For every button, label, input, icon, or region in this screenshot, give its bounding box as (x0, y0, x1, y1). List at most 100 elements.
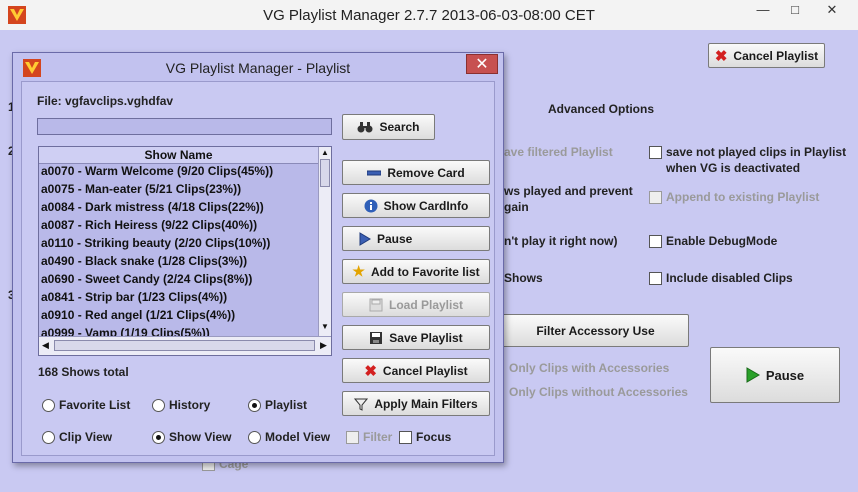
scroll-right-icon[interactable]: ▶ (320, 340, 327, 351)
playlist-dialog: VG Playlist Manager - Playlist ✕ File: v… (12, 52, 504, 463)
load-icon (369, 298, 383, 312)
vertical-scrollbar[interactable]: ▲ ▼ (318, 147, 331, 336)
main-cancel-playlist-button[interactable]: ✖ Cancel Playlist (708, 43, 825, 68)
radio-playlist-label: Playlist (265, 398, 308, 412)
play-icon (359, 231, 371, 246)
list-item[interactable]: a0490 - Black snake (1/28 Clips(3%)) (41, 254, 247, 272)
list-header-show-name[interactable]: Show Name (39, 147, 318, 164)
show-cardinfo-button[interactable]: Show CardInfo (342, 193, 490, 218)
shows-played-label: ws played and prevent (504, 184, 633, 198)
radio-favorite-list[interactable] (42, 399, 55, 412)
play-now-label: n't play it right now) (504, 234, 618, 248)
list-item[interactable]: a0999 - Vamp (1/19 Clips(5%)) (41, 326, 210, 336)
shows-label: Shows (504, 271, 543, 285)
maximize-button[interactable]: □ (780, 0, 810, 22)
save-filtered-label: ave filtered Playlist (504, 145, 613, 159)
dialog-cancel-playlist-button[interactable]: ✖ Cancel Playlist (342, 358, 490, 383)
filter-accessory-label: Filter Accessory Use (536, 323, 655, 338)
dialog-close-button[interactable]: ✕ (466, 54, 498, 74)
radio-history[interactable] (152, 399, 165, 412)
add-star-icon: ★ (352, 263, 365, 279)
save-not-played-checkbox[interactable] (649, 146, 662, 159)
close-button[interactable]: ✕ (812, 0, 852, 22)
scroll-up-icon[interactable]: ▲ (321, 149, 329, 157)
save-not-played-label: save not played clips in Playlist (666, 145, 847, 159)
dialog-pause-button[interactable]: Pause (342, 226, 490, 251)
radio-history-label: History (169, 398, 211, 412)
only-with-acc-label[interactable]: Only Clips with Accessories (509, 361, 669, 375)
search-button-label: Search (379, 120, 420, 134)
save-not-played-label-2: when VG is deactivated (666, 161, 801, 175)
show-list[interactable]: Show Name a0070 - Warm Welcome (9/20 Cli… (38, 146, 332, 356)
radio-clip-view-label: Clip View (59, 430, 113, 444)
main-cancel-playlist-label: Cancel Playlist (733, 48, 819, 63)
remove-card-label: Remove Card (387, 165, 465, 180)
scroll-left-icon[interactable]: ◀ (42, 340, 49, 351)
focus-checkbox[interactable] (399, 431, 412, 444)
list-item[interactable]: a0690 - Sweet Candy (2/24 Clips(8%)) (41, 272, 252, 290)
enable-debug-checkbox[interactable] (649, 235, 662, 248)
scroll-down-icon[interactable]: ▼ (321, 323, 329, 331)
binoculars-icon (357, 121, 373, 133)
show-cardinfo-label: Show CardInfo (383, 198, 469, 213)
scroll-thumb[interactable] (320, 159, 330, 187)
horizontal-scrollbar[interactable]: ◀ ▶ (39, 336, 331, 355)
list-item[interactable]: a0070 - Warm Welcome (9/20 Clips(45%)) (41, 164, 273, 182)
play-icon (746, 367, 760, 383)
window-title: VG Playlist Manager 2.7.7 2013-06-03-08:… (263, 7, 595, 24)
info-icon (364, 199, 378, 213)
radio-show-view[interactable] (152, 431, 165, 444)
list-item[interactable]: a0110 - Striking beauty (2/20 Clips(10%)… (41, 236, 270, 254)
shows-total: 168 Shows total (38, 365, 129, 379)
apply-main-filters-label: Apply Main Filters (374, 396, 478, 411)
add-favorite-button[interactable]: ★ Add to Favorite list (342, 259, 490, 284)
dialog-cancel-playlist-label: Cancel Playlist (382, 363, 468, 378)
radio-show-view-label: Show View (169, 430, 232, 444)
search-input[interactable] (37, 118, 332, 135)
minus-icon (367, 169, 382, 177)
advanced-options-heading: Advanced Options (548, 102, 655, 116)
main-pause-label: Pause (765, 367, 805, 383)
radio-playlist[interactable] (248, 399, 261, 412)
main-pause-button[interactable]: Pause (710, 347, 840, 403)
radio-clip-view[interactable] (42, 431, 55, 444)
filter-accessory-button[interactable]: Filter Accessory Use (502, 314, 689, 347)
list-item[interactable]: a0075 - Man-eater (5/21 Clips(23%)) (41, 182, 241, 200)
append-existing-checkbox[interactable] (649, 191, 662, 204)
only-without-acc-label[interactable]: Only Clips without Accessories (509, 385, 688, 399)
file-label: File: vgfavclips.vghdfav (37, 94, 174, 108)
list-item[interactable]: a0084 - Dark mistress (4/18 Clips(22%)) (41, 200, 264, 218)
save-playlist-label: Save Playlist (389, 330, 463, 345)
focus-label: Focus (416, 430, 452, 444)
filter-checkbox[interactable] (346, 431, 359, 444)
append-existing-label: Append to existing Playlist (666, 190, 820, 204)
floppy-icon (369, 331, 383, 345)
dialog-pause-label: Pause (377, 231, 413, 246)
radio-model-view[interactable] (248, 431, 261, 444)
list-item[interactable]: a0087 - Rich Heiress (9/22 Clips(40%)) (41, 218, 257, 236)
again-label: gain (504, 200, 529, 214)
apply-main-filters-button[interactable]: Apply Main Filters (342, 391, 490, 416)
radio-model-view-label: Model View (265, 430, 331, 444)
x-icon: ✖ (714, 47, 728, 65)
save-playlist-button[interactable]: Save Playlist (342, 325, 490, 350)
minimize-button[interactable]: — (748, 0, 778, 22)
list-rows: a0070 - Warm Welcome (9/20 Clips(45%)) a0… (39, 164, 318, 336)
hscroll-thumb[interactable] (54, 340, 315, 351)
add-favorite-label: Add to Favorite list (370, 264, 480, 279)
include-disabled-label: Include disabled Clips (666, 271, 793, 285)
filter-icon (354, 397, 369, 411)
dialog-title: VG Playlist Manager - Playlist (165, 60, 351, 76)
include-disabled-checkbox[interactable] (649, 272, 662, 285)
load-playlist-label: Load Playlist (388, 297, 464, 312)
x-icon: ✖ (364, 362, 377, 380)
search-button[interactable]: Search (342, 114, 435, 140)
dialog-content: File: vgfavclips.vghdfav Search Show Nam… (21, 81, 495, 456)
enable-debug-label: Enable DebugMode (666, 234, 778, 248)
remove-card-button[interactable]: Remove Card (342, 160, 490, 185)
list-item[interactable]: a0841 - Strip bar (1/23 Clips(4%)) (41, 290, 227, 308)
list-item[interactable]: a0910 - Red angel (1/21 Clips(4%)) (41, 308, 235, 326)
filter-label: Filter (363, 430, 393, 444)
radio-favorite-list-label: Favorite List (59, 398, 131, 412)
load-playlist-button[interactable]: Load Playlist (342, 292, 490, 317)
